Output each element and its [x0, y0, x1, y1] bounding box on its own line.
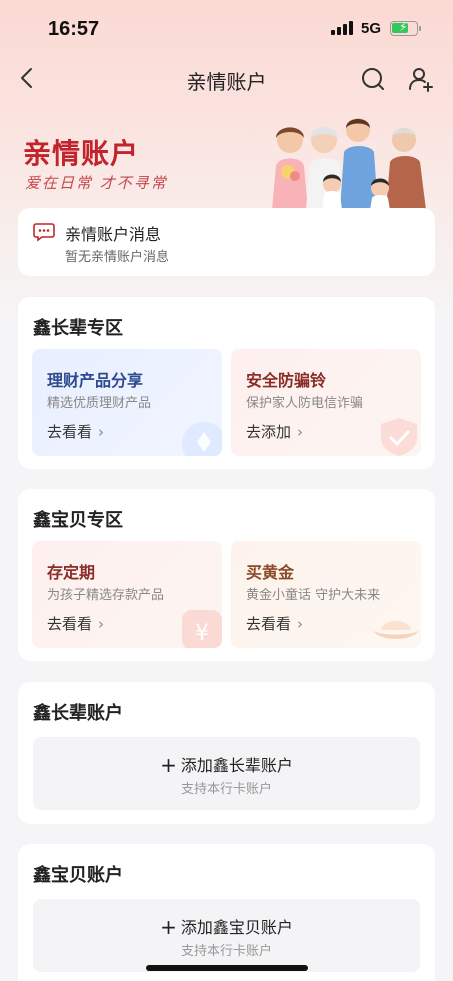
- tile-fixed-deposit[interactable]: 存定期 为孩子精选存款产品 去看看 › ¥: [32, 541, 222, 648]
- message-card[interactable]: 亲情账户消息 暂无亲情账户消息: [18, 208, 435, 276]
- message-bubble-icon: [33, 223, 55, 242]
- section-title: 鑫长辈专区: [33, 318, 123, 339]
- add-subtitle: 支持本行卡账户: [180, 782, 272, 797]
- yuan-icon: ¥: [182, 610, 222, 648]
- section-title: 鑫长辈账户: [33, 703, 123, 724]
- status-bar: 16:57 5G ⚡: [0, 0, 453, 56]
- tile-subtitle: 保护家人防电信诈骗: [246, 396, 364, 411]
- tile-title: 理财产品分享: [47, 371, 144, 390]
- tile-title: 买黄金: [246, 563, 295, 582]
- nav-bar: 亲情账户: [0, 56, 453, 100]
- chevron-right-icon: ›: [98, 423, 105, 441]
- elder-zone-card: 鑫长辈专区 理财产品分享 精选优质理财产品 去看看 › 安全防骗铃 保护家人防电信…: [18, 297, 435, 469]
- svg-text:¥: ¥: [195, 621, 209, 646]
- network-label: 5G: [361, 20, 382, 37]
- tile-subtitle: 黄金小童话 守护大未来: [246, 588, 381, 603]
- search-button[interactable]: [360, 66, 386, 92]
- clock: 16:57: [48, 18, 100, 40]
- tile-link-label: 去添加: [246, 423, 292, 441]
- add-main: + 添加鑫长辈账户: [33, 752, 420, 777]
- add-main: + 添加鑫宝贝账户: [33, 914, 420, 939]
- chevron-right-icon: ›: [297, 615, 304, 633]
- family-illustration: [272, 118, 426, 210]
- diamond-icon: [182, 422, 222, 456]
- kid-zone-card: 鑫宝贝专区 存定期 为孩子精选存款产品 去看看 › ¥ 买黄金 黄金小童话 守护大…: [18, 489, 435, 661]
- add-kid-account-button[interactable]: + 添加鑫宝贝账户 支持本行卡账户: [33, 899, 420, 972]
- chevron-right-icon: ›: [98, 615, 105, 633]
- banner: 亲情账户 爱在日常 才不寻常: [0, 110, 453, 210]
- tile-link[interactable]: 去添加 ›: [246, 421, 303, 442]
- tile-title: 存定期: [47, 563, 96, 582]
- tile-link-label: 去看看: [47, 615, 93, 633]
- plus-icon: +: [160, 753, 177, 777]
- section-title: 鑫宝贝专区: [33, 510, 123, 531]
- tile-anti-fraud[interactable]: 安全防骗铃 保护家人防电信诈骗 去添加 ›: [231, 349, 421, 456]
- signal-icon: [331, 21, 355, 35]
- kid-account-card: 鑫宝贝账户 + 添加鑫宝贝账户 支持本行卡账户: [18, 844, 435, 981]
- plus-icon: +: [160, 915, 177, 939]
- tile-buy-gold[interactable]: 买黄金 黄金小童话 守护大未来 去看看 ›: [231, 541, 421, 648]
- tile-link-label: 去看看: [47, 423, 93, 441]
- tile-link-label: 去看看: [246, 615, 292, 633]
- add-elder-account-button[interactable]: + 添加鑫长辈账户 支持本行卡账户: [33, 737, 420, 810]
- add-label: 添加鑫宝贝账户: [180, 918, 293, 937]
- search-icon: [362, 68, 384, 90]
- message-title: 亲情账户消息: [65, 225, 162, 244]
- tile-link[interactable]: 去看看 ›: [246, 613, 303, 634]
- tile-link[interactable]: 去看看 ›: [47, 421, 104, 442]
- gold-ingot-icon: [373, 621, 419, 639]
- chevron-right-icon: ›: [297, 423, 304, 441]
- banner-title: 亲情账户: [23, 137, 140, 170]
- tile-wealth-products[interactable]: 理财产品分享 精选优质理财产品 去看看 ›: [32, 349, 222, 456]
- message-subtitle: 暂无亲情账户消息: [65, 250, 170, 265]
- add-subtitle: 支持本行卡账户: [180, 944, 272, 959]
- battery-icon: ⚡: [390, 20, 421, 36]
- elder-account-card: 鑫长辈账户 + 添加鑫长辈账户 支持本行卡账户: [18, 682, 435, 824]
- banner-slogan: 爱在日常 才不寻常: [25, 174, 168, 192]
- tile-link[interactable]: 去看看 ›: [47, 613, 104, 634]
- add-label: 添加鑫长辈账户: [180, 756, 293, 775]
- add-user-icon: [409, 68, 433, 92]
- tile-subtitle: 精选优质理财产品: [47, 396, 152, 411]
- home-indicator[interactable]: [146, 965, 308, 971]
- tile-subtitle: 为孩子精选存款产品: [47, 588, 165, 603]
- tile-title: 安全防骗铃: [246, 371, 327, 390]
- section-title: 鑫宝贝账户: [33, 865, 123, 886]
- add-user-button[interactable]: [407, 65, 435, 93]
- shield-check-icon: [381, 418, 417, 456]
